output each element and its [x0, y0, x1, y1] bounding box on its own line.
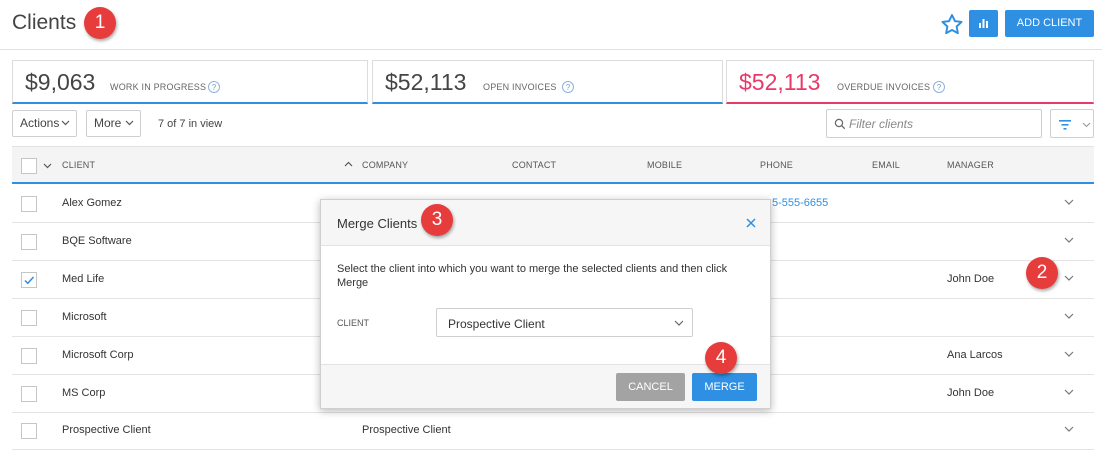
kpi-open-invoices[interactable]: $52,113 OPEN INVOICES ?	[372, 60, 723, 104]
column-contact[interactable]: CONTACT	[512, 160, 556, 170]
add-client-button[interactable]: ADD CLIENT	[1005, 10, 1094, 37]
page-title: Clients	[12, 11, 77, 34]
sort-asc-icon[interactable]	[344, 161, 353, 167]
more-dropdown[interactable]: More	[86, 110, 141, 137]
selected-client: Prospective Client	[448, 317, 545, 331]
kpi-label: WORK IN PROGRESS	[110, 82, 207, 92]
filter-clients-input[interactable]: Filter clients	[826, 109, 1042, 138]
client-name[interactable]: Prospective Client	[62, 424, 151, 436]
dialog-message: Select the client into which you want to…	[337, 263, 728, 289]
chevron-down-icon	[674, 320, 684, 326]
row-checkbox[interactable]	[21, 386, 37, 402]
star-icon[interactable]	[939, 12, 965, 38]
bar-chart-icon	[979, 19, 988, 28]
chevron-down-icon[interactable]	[1064, 237, 1074, 244]
company-name: Prospective Client	[362, 424, 451, 436]
column-company[interactable]: COMPANY	[362, 160, 408, 170]
close-icon[interactable]	[745, 217, 757, 229]
chevron-down-icon	[61, 120, 70, 126]
chart-button[interactable]	[969, 10, 998, 37]
column-email[interactable]: EMAIL	[872, 160, 900, 170]
chevron-down-icon	[1082, 122, 1091, 128]
kpi-label: OPEN INVOICES	[483, 82, 557, 92]
kpi-amount: $9,063	[25, 69, 96, 95]
column-mobile[interactable]: MOBILE	[647, 160, 682, 170]
row-checkbox[interactable]	[21, 310, 37, 326]
cancel-button[interactable]: CANCEL	[616, 373, 685, 401]
in-view-count: 7 of 7 in view	[158, 118, 223, 130]
callout-badge-2: 2	[1026, 257, 1058, 289]
filter-button[interactable]	[1050, 109, 1094, 138]
row-checkbox[interactable]	[21, 196, 37, 212]
client-name[interactable]: BQE Software	[62, 235, 132, 247]
client-field-label: CLIENT	[337, 318, 370, 328]
chevron-down-icon	[125, 120, 134, 126]
table-row[interactable]: Prospective Client Prospective Client	[12, 412, 1094, 450]
merge-target-client-select[interactable]: Prospective Client	[436, 308, 693, 337]
search-icon	[834, 118, 846, 130]
chevron-down-icon[interactable]	[1064, 199, 1074, 206]
manager-name: John Doe	[947, 273, 995, 285]
actions-dropdown[interactable]: Actions	[12, 110, 77, 137]
actions-label: Actions	[20, 116, 60, 130]
kpi-work-in-progress[interactable]: $9,063 WORK IN PROGRESS ?	[12, 60, 368, 104]
row-checkbox[interactable]	[21, 348, 37, 364]
top-bar: Clients ADD CLIENT	[0, 0, 1102, 50]
callout-badge-1: 1	[84, 7, 116, 39]
table-header: CLIENT COMPANY CONTACT MOBILE PHONE EMAI…	[12, 146, 1094, 184]
chevron-down-icon[interactable]	[1064, 426, 1074, 433]
chevron-down-icon[interactable]	[1064, 351, 1074, 358]
help-icon[interactable]: ?	[933, 81, 945, 93]
phone-link[interactable]: 5-555-6655	[772, 197, 828, 209]
client-name[interactable]: MS Corp	[62, 387, 105, 399]
dialog-header: Merge Clients	[321, 200, 770, 246]
client-name[interactable]: Alex Gomez	[62, 197, 122, 209]
filter-placeholder: Filter clients	[849, 117, 914, 131]
help-icon[interactable]: ?	[562, 81, 574, 93]
merge-button[interactable]: MERGE	[692, 373, 757, 401]
chevron-down-icon[interactable]	[43, 163, 52, 169]
checkmark-icon	[24, 276, 35, 285]
row-checkbox[interactable]	[21, 272, 37, 288]
filter-icon	[1059, 120, 1071, 130]
client-name[interactable]: Microsoft Corp	[62, 349, 134, 361]
callout-badge-4: 4	[705, 342, 737, 374]
row-checkbox[interactable]	[21, 234, 37, 250]
dialog-footer: CANCEL MERGE	[321, 364, 770, 408]
chevron-down-icon[interactable]	[1064, 275, 1074, 282]
column-phone[interactable]: PHONE	[760, 160, 793, 170]
manager-name: John Doe	[947, 387, 995, 399]
kpi-label: OVERDUE INVOICES	[837, 82, 931, 92]
kpi-overdue-invoices[interactable]: $52,113 OVERDUE INVOICES ?	[726, 60, 1094, 104]
help-icon[interactable]: ?	[208, 81, 220, 93]
client-name[interactable]: Microsoft	[62, 311, 107, 323]
client-name[interactable]: Med Life	[62, 273, 104, 285]
chevron-down-icon[interactable]	[1064, 389, 1074, 396]
chevron-down-icon[interactable]	[1064, 313, 1074, 320]
kpi-amount: $52,113	[385, 69, 467, 95]
row-checkbox[interactable]	[21, 423, 37, 439]
manager-name: Ana Larcos	[947, 349, 1003, 361]
select-all-checkbox[interactable]	[21, 158, 37, 174]
column-client[interactable]: CLIENT	[62, 160, 95, 170]
merge-clients-dialog: Merge Clients Select the client into whi…	[320, 199, 771, 409]
dialog-title: Merge Clients	[337, 216, 418, 231]
kpi-amount: $52,113	[739, 69, 821, 95]
callout-badge-3: 3	[421, 204, 453, 236]
column-manager[interactable]: MANAGER	[947, 160, 994, 170]
more-label: More	[94, 116, 122, 130]
